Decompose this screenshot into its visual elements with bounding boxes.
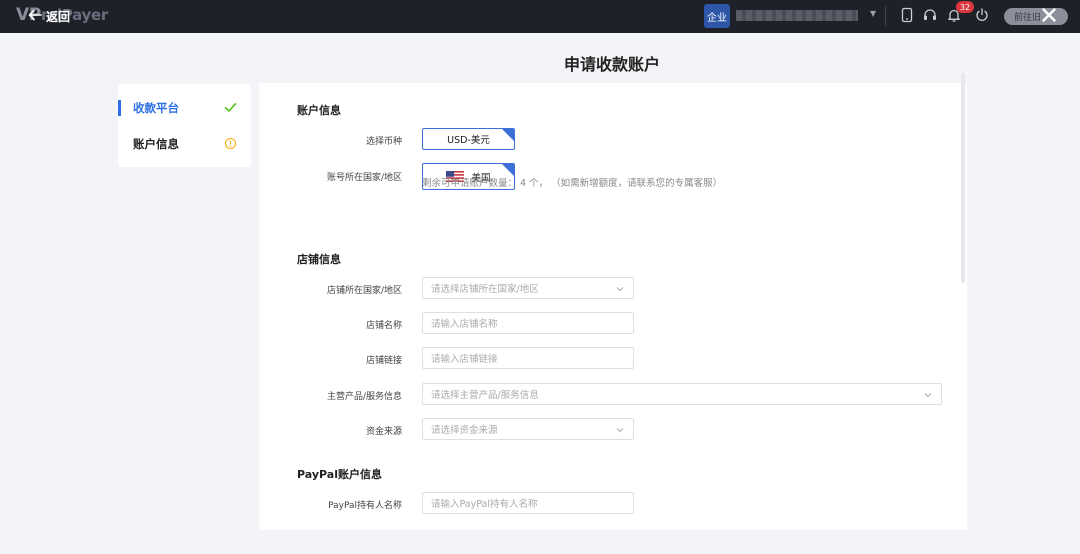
arrow-left-icon xyxy=(28,8,42,25)
currency-label: 选择币种 xyxy=(365,137,402,147)
store-link-label: 店铺链接 xyxy=(365,356,402,366)
back-label: 返回 xyxy=(46,10,71,24)
funds-source-label: 资金来源 xyxy=(365,427,402,437)
power-icon[interactable] xyxy=(974,7,990,23)
remaining-quota-hint: 剩余可申请账户数量： 4 个， （如需新增额度，请联系您的专属客服） xyxy=(422,178,723,189)
step-nav: 收款平台 账户信息 xyxy=(118,84,251,167)
section-title-paypal: PayPal账户信息 xyxy=(297,468,382,481)
input-placeholder: 请输入PayPal持有人名称 xyxy=(431,499,538,510)
currency-value: USD-美元 xyxy=(447,135,490,146)
input-placeholder: 请输入店铺链接 xyxy=(431,354,498,365)
paypal-holder-input[interactable]: 请输入PayPal持有人名称 xyxy=(422,492,634,514)
section-title-store: 店铺信息 xyxy=(297,253,341,266)
close-icon[interactable] xyxy=(1040,6,1058,24)
form-card xyxy=(259,83,967,530)
store-link-input[interactable]: 请输入店铺链接 xyxy=(422,347,634,369)
select-placeholder: 请选择店铺所在国家/地区 xyxy=(431,284,539,295)
main-product-label: 主营产品/服务信息 xyxy=(326,392,402,402)
chevron-down-icon xyxy=(615,284,625,294)
headset-icon[interactable] xyxy=(922,7,938,23)
back-button[interactable]: 返回 xyxy=(28,8,70,25)
select-placeholder: 请选择主营产品/服务信息 xyxy=(431,390,539,401)
notification-badge: 32 xyxy=(956,1,974,13)
chevron-down-icon xyxy=(923,390,933,400)
store-country-label: 店铺所在国家/地区 xyxy=(326,286,402,296)
paypal-holder-label: PayPal持有人名称 xyxy=(328,501,402,511)
org-type-badge[interactable]: 企业 xyxy=(704,4,730,28)
scrollbar[interactable] xyxy=(961,73,965,283)
page-title: 申请收款账户 xyxy=(563,55,660,74)
currency-option-selected[interactable]: USD-美元 xyxy=(422,128,515,150)
funds-source-select[interactable]: 请选择资金来源 xyxy=(422,418,634,440)
store-name-label: 店铺名称 xyxy=(365,321,402,331)
store-name-input[interactable]: 请输入店铺名称 xyxy=(422,312,634,334)
step-item-platform[interactable]: 收款平台 xyxy=(118,97,251,119)
top-bar: VPndPayer 返回 企业 ▼ 32 前往旧 xyxy=(0,0,1080,33)
chevron-down-icon xyxy=(615,425,625,435)
active-step-indicator xyxy=(118,100,121,116)
section-title-account: 账户信息 xyxy=(297,104,341,117)
tablet-icon[interactable] xyxy=(899,7,915,23)
org-name-redacted[interactable] xyxy=(736,10,858,21)
account-country-label: 账号所在国家/地区 xyxy=(326,173,402,183)
main-product-select[interactable]: 请选择主营产品/服务信息 xyxy=(422,383,942,405)
store-country-select[interactable]: 请选择店铺所在国家/地区 xyxy=(422,277,634,299)
step-label: 账户信息 xyxy=(133,137,179,151)
goto-old-button[interactable]: 前往旧 xyxy=(1004,8,1068,25)
divider xyxy=(885,6,886,26)
selected-corner-marker xyxy=(502,129,514,141)
caret-down-icon[interactable]: ▼ xyxy=(870,9,876,18)
check-icon xyxy=(224,101,237,114)
step-label: 收款平台 xyxy=(133,101,179,115)
input-placeholder: 请输入店铺名称 xyxy=(431,319,498,330)
select-placeholder: 请选择资金来源 xyxy=(431,425,498,436)
